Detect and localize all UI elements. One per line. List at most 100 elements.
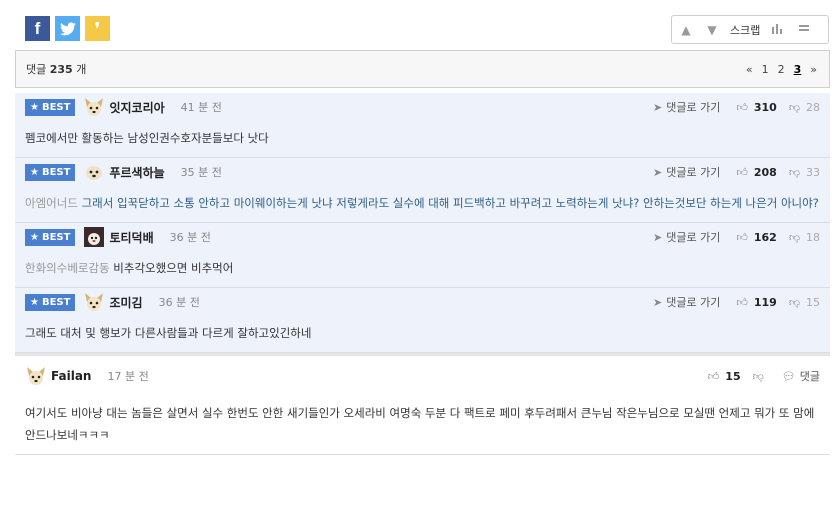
arrow-icon: ➤ <box>653 100 663 114</box>
avatar[interactable] <box>83 291 105 313</box>
page-last-button[interactable]: » <box>810 63 817 76</box>
comment-text: 그래도 대처 및 행보가 다른사람들과 다르게 잘하고있긴하네 <box>25 326 312 340</box>
kakao-share-button[interactable]: ❜ <box>85 16 110 41</box>
avatar[interactable] <box>83 96 105 118</box>
best-badge-label: BEST <box>41 101 71 113</box>
downvote-count: 15 <box>806 295 820 309</box>
thumbs-down-icon[interactable]: 👎︎ <box>789 231 800 244</box>
thumbs-down-icon[interactable]: 👎︎ <box>789 296 800 309</box>
reply-target[interactable]: 아엠어너드 <box>25 196 78 210</box>
comment-body: 펨코에서만 활동하는 남성인권수호자분들보다 낫다 <box>25 121 820 157</box>
upvote-count: 310 <box>753 100 777 114</box>
thumbs-up-icon[interactable]: 👍︎ <box>708 370 720 383</box>
facebook-share-button[interactable]: f <box>25 16 50 41</box>
share-buttons: f ❜ <box>25 16 110 41</box>
comment-body: 한화의수베로감동 비추각오했으면 비추먹어 <box>25 251 820 287</box>
best-comment: ★ BEST 푸르색하늘 35 분 전 ➤ 댓글로 가기 👍︎ 208 👎︎ 33 … <box>15 158 830 223</box>
go-to-reply-button[interactable]: ➤ 댓글로 가기 <box>653 294 720 310</box>
comment-text: 여기서도 비아냥 대는 놈들은 살면서 실수 한번도 안한 새기들인가 오세라비… <box>25 406 815 442</box>
comment-time: 36 분 전 <box>169 231 211 244</box>
comment-author[interactable]: 잇지코리아 <box>109 99 164 116</box>
thumbs-up-icon[interactable]: 👍︎ <box>736 101 748 114</box>
page-3-current[interactable]: 3 <box>794 63 802 76</box>
best-badge-label: BEST <box>41 231 71 243</box>
best-badge-label: BEST <box>41 166 71 178</box>
comment-time: 41 분 전 <box>180 101 222 114</box>
reply-label: 댓글 <box>799 370 820 383</box>
arrow-icon: ➤ <box>653 295 663 309</box>
thumbs-up-icon[interactable]: 👍︎ <box>736 296 748 309</box>
downvote-count: 33 <box>806 165 820 179</box>
best-badge: ★ BEST <box>25 228 76 246</box>
go-to-reply-label: 댓글로 가기 <box>666 166 721 179</box>
reply-target[interactable]: 한화의수베로감동 <box>25 261 110 275</box>
comment-text: 펨코에서만 활동하는 남성인권수호자분들보다 낫다 <box>25 131 269 145</box>
avatar[interactable] <box>83 161 105 183</box>
comment-time: 36 분 전 <box>158 296 200 309</box>
upvote-count: 208 <box>753 165 777 179</box>
reply-button[interactable]: 💬︎ 댓글 <box>782 368 820 384</box>
comment-text: 비추각오했으면 비추먹어 <box>113 261 234 275</box>
upvote-count: 119 <box>753 295 777 309</box>
go-to-reply-button[interactable]: ➤ 댓글로 가기 <box>653 99 720 115</box>
best-comment: ★ BEST 토티덕배 36 분 전 ➤ 댓글로 가기 👍︎ 162 👎︎ 18 한… <box>15 223 830 288</box>
comment: Failan 17 분 전 👍︎ 15 👎︎ 💬︎ 댓글 여기서도 비아냥 대는 … <box>15 353 830 455</box>
avatar[interactable] <box>83 226 105 248</box>
go-to-reply-label: 댓글로 가기 <box>666 231 721 244</box>
comment-time: 17 분 전 <box>107 370 149 383</box>
go-to-reply-button[interactable]: ➤ 댓글로 가기 <box>653 229 720 245</box>
comment-actions: ➤ 댓글로 가기 👍︎ 208 👎︎ 33 <box>653 158 820 186</box>
best-comment: ★ BEST 잇지코리아 41 분 전 ➤ 댓글로 가기 👍︎ 310 👎︎ 28 … <box>15 93 830 158</box>
comment-actions: ➤ 댓글로 가기 👍︎ 119 👎︎ 15 <box>653 288 820 316</box>
thumbs-up-icon[interactable]: 👍︎ <box>736 166 748 179</box>
post-toolbar: ▲ ▼ 스크랩 <box>671 15 829 44</box>
go-to-reply-label: 댓글로 가기 <box>666 296 721 309</box>
twitter-bird-icon <box>59 21 76 35</box>
comment-author[interactable]: Failan <box>51 369 91 383</box>
comment-actions: ➤ 댓글로 가기 👍︎ 310 👎︎ 28 <box>653 93 820 121</box>
page-1-link[interactable]: 1 <box>762 63 769 76</box>
comment-body: 아엠어너드 그래서 입꾹닫하고 소통 안하고 마이웨이하는게 낫냐 저렇게라도 … <box>25 186 820 222</box>
best-comment: ★ BEST 조미김 36 분 전 ➤ 댓글로 가기 👍︎ 119 👎︎ 15 그래… <box>15 288 830 353</box>
thumbs-down-icon[interactable]: 👎︎ <box>789 101 800 114</box>
comment-time: 35 분 전 <box>180 166 222 179</box>
best-badge: ★ BEST <box>25 293 76 311</box>
best-badge-label: BEST <box>41 296 71 308</box>
comment-count-bar: 댓글 235 개 « 1 2 3 » <box>15 50 830 88</box>
pagination: « 1 2 3 » <box>746 63 817 76</box>
comment-actions: 👍︎ 15 👎︎ 💬︎ 댓글 <box>708 356 820 396</box>
comment-text: 그래서 입꾹닫하고 소통 안하고 마이웨이하는게 낫냐 저렇게라도 실수에 대해… <box>81 196 819 210</box>
page-first-button[interactable]: « <box>746 63 753 76</box>
comment-actions: ➤ 댓글로 가기 👍︎ 162 👎︎ 18 <box>653 223 820 251</box>
star-icon: ★ <box>30 231 39 243</box>
chart-icon[interactable] <box>770 22 786 37</box>
upvote-arrow-icon[interactable]: ▲ <box>678 23 694 37</box>
comment-body: 여기서도 비아냥 대는 놈들은 살면서 실수 한번도 안한 새기들인가 오세라비… <box>25 396 820 454</box>
scrap-button[interactable]: 스크랩 <box>730 22 760 38</box>
twitter-share-button[interactable] <box>55 16 80 41</box>
go-to-reply-label: 댓글로 가기 <box>666 101 721 114</box>
upvote-count: 162 <box>753 230 777 244</box>
avatar[interactable] <box>25 365 47 387</box>
more-icon[interactable] <box>796 22 812 37</box>
star-icon: ★ <box>30 101 39 113</box>
comment-author[interactable]: 푸르색하늘 <box>109 164 164 181</box>
comment-list: ★ BEST 잇지코리아 41 분 전 ➤ 댓글로 가기 👍︎ 310 👎︎ 28 … <box>15 93 830 455</box>
comment-count: 댓글 235 개 <box>26 63 87 76</box>
downvote-arrow-icon[interactable]: ▼ <box>704 23 720 37</box>
comment-author[interactable]: 조미김 <box>109 294 142 311</box>
comment-body: 그래도 대처 및 행보가 다른사람들과 다르게 잘하고있긴하네 <box>25 316 820 352</box>
star-icon: ★ <box>30 166 39 178</box>
page-2-link[interactable]: 2 <box>778 63 785 76</box>
best-badge: ★ BEST <box>25 163 76 181</box>
thumbs-down-icon[interactable]: 👎︎ <box>753 370 764 383</box>
speech-bubble-icon: 💬︎ <box>781 369 796 383</box>
thumbs-down-icon[interactable]: 👎︎ <box>789 166 800 179</box>
star-icon: ★ <box>30 296 39 308</box>
comment-author[interactable]: 토티덕배 <box>109 229 153 246</box>
go-to-reply-button[interactable]: ➤ 댓글로 가기 <box>653 164 720 180</box>
best-badge: ★ BEST <box>25 98 76 116</box>
downvote-count: 28 <box>806 100 820 114</box>
thumbs-up-icon[interactable]: 👍︎ <box>736 231 748 244</box>
arrow-icon: ➤ <box>653 165 663 179</box>
